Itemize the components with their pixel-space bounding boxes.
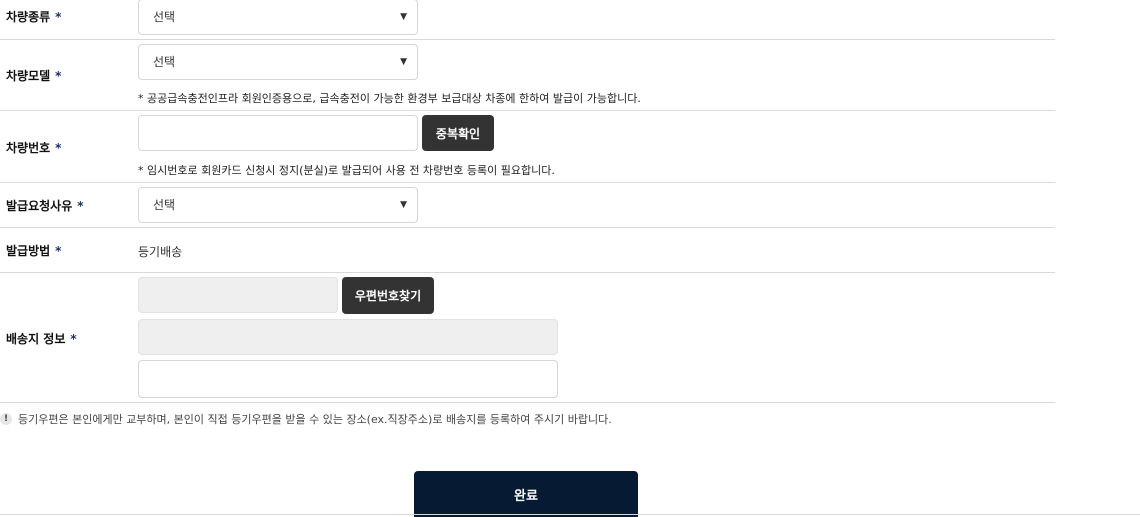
required-mark: * <box>55 10 62 24</box>
shipping-label: 배송지 정보 * <box>6 332 77 346</box>
required-mark: * <box>70 332 77 346</box>
postcode-field <box>138 277 338 313</box>
issue-reason-select[interactable]: 선택 ▼ <box>138 187 418 223</box>
required-mark: * <box>55 69 62 83</box>
vehicle-model-row: 차량모델 * 선택 ▼ * 공공급속충전인프라 회원인증용으로, 급속충전이 가능… <box>0 40 1055 111</box>
issue-reason-row: 발급요청사유 * 선택 ▼ <box>0 183 1055 228</box>
address-detail-input[interactable] <box>138 360 558 398</box>
chevron-down-icon: ▼ <box>400 12 407 22</box>
issue-method-row: 발급방법 * 등기배송 <box>0 228 1055 273</box>
shipping-notice: ! 등기우편은 본인에게만 교부하며, 본인이 직접 등기우편을 받을 수 있는… <box>0 411 612 427</box>
vehicle-number-note: * 임시번호로 회원카드 신청시 정지(분실)로 발급되어 사용 전 차량번호 … <box>138 164 555 177</box>
issue-method-label: 발급방법 * <box>6 244 62 258</box>
shipping-notice-text: 등기우편은 본인에게만 교부하며, 본인이 직접 등기우편을 받을 수 있는 장… <box>18 413 612 426</box>
vehicle-number-input[interactable] <box>138 115 418 151</box>
vehicle-model-note: * 공공급속충전인프라 회원인증용으로, 급속충전이 가능한 환경부 보급대상 … <box>138 92 641 105</box>
required-mark: * <box>55 244 62 258</box>
exclamation-icon: ! <box>0 413 12 425</box>
required-mark: * <box>77 199 84 213</box>
vehicle-type-select[interactable]: 선택 ▼ <box>138 0 418 35</box>
vehicle-type-row: 차량종류 * 선택 ▼ <box>0 0 1055 40</box>
issue-method-value: 등기배송 <box>138 245 183 259</box>
postcode-search-button[interactable]: 우편번호찾기 <box>342 277 434 314</box>
shipping-row: 배송지 정보 * 우편번호찾기 <box>0 273 1055 403</box>
address-field <box>138 319 558 355</box>
duplicate-check-button[interactable]: 중복확인 <box>422 115 494 151</box>
issue-reason-label: 발급요청사유 * <box>6 199 84 213</box>
vehicle-number-row: 차량번호 * 중복확인 * 임시번호로 회원카드 신청시 정지(분실)로 발급되어… <box>0 111 1055 183</box>
submit-button[interactable]: 완료 <box>414 471 638 517</box>
vehicle-form: 차량종류 * 선택 ▼ 차량모델 * 선택 ▼ * 공공급속충전인프라 회원인증용으… <box>0 0 1055 403</box>
vehicle-type-label: 차량종류 * <box>6 10 62 24</box>
required-mark: * <box>55 141 62 155</box>
divider <box>0 514 1140 515</box>
vehicle-model-label: 차량모델 * <box>6 69 62 83</box>
vehicle-model-select[interactable]: 선택 ▼ <box>138 44 418 80</box>
chevron-down-icon: ▼ <box>400 57 407 67</box>
chevron-down-icon: ▼ <box>400 200 407 210</box>
vehicle-number-label: 차량번호 * <box>6 141 62 155</box>
